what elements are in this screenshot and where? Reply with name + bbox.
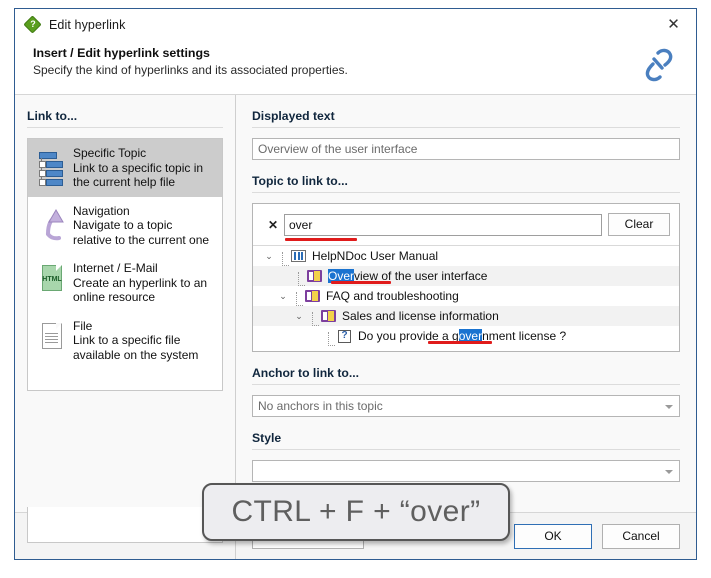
close-icon[interactable]: ✕ bbox=[651, 9, 696, 40]
question-topic-icon: ? bbox=[336, 328, 354, 344]
clear-search-button[interactable]: Clear bbox=[608, 213, 670, 236]
header-subtitle: Specify the kind of hyperlinks and its a… bbox=[33, 63, 348, 77]
title-bar: ? Edit hyperlink ✕ bbox=[15, 9, 696, 40]
annotation-underline-overview bbox=[331, 281, 391, 284]
dialog-header: Insert / Edit hyperlink settings Specify… bbox=[15, 40, 696, 95]
anchor-dropdown[interactable]: No anchors in this topic bbox=[252, 395, 680, 417]
topic-search-row: ✕ over Clear bbox=[262, 213, 670, 241]
chain-link-icon bbox=[632, 44, 678, 86]
tree-row[interactable]: ⌄ FAQ and troubleshooting bbox=[253, 286, 679, 306]
link-type-list[interactable]: Specific Topic Link to a specific topic … bbox=[27, 138, 223, 391]
displayed-text-block: Displayed text Overview of the user inte… bbox=[252, 109, 680, 160]
displayed-text-input[interactable]: Overview of the user interface bbox=[252, 138, 680, 160]
style-label: Style bbox=[252, 431, 680, 450]
tree-row-label: HelpNDoc User Manual bbox=[312, 249, 439, 263]
html-icon-label: HTML bbox=[42, 276, 62, 283]
link-type-description: Link to a specific topic in the current … bbox=[73, 160, 204, 190]
chevron-down-icon[interactable]: ⌄ bbox=[262, 246, 276, 266]
topic-book-icon bbox=[320, 308, 338, 324]
header-title: Insert / Edit hyperlink settings bbox=[33, 46, 210, 60]
link-type-description: Link to a specific file available on the… bbox=[73, 333, 199, 362]
link-type-specific-topic[interactable]: Specific Topic Link to a specific topic … bbox=[28, 139, 222, 197]
dialog-body: Link to... Specific Topic Link to a spec… bbox=[15, 95, 696, 512]
clear-search-icon[interactable]: ✕ bbox=[262, 218, 284, 232]
link-type-navigation[interactable]: Navigation Navigate to a topic relative … bbox=[28, 197, 222, 255]
link-type-description: Create an hyperlink to an online resourc… bbox=[73, 275, 208, 305]
tree-row-label: Sales and license information bbox=[342, 309, 499, 323]
tree-row[interactable]: ⌄ Sales and license information bbox=[253, 306, 679, 326]
helpndoc-green-diamond-icon: ? bbox=[23, 14, 42, 34]
project-root-icon bbox=[290, 248, 308, 264]
anchor-dropdown-value: No anchors in this topic bbox=[258, 399, 383, 413]
html-document-icon: HTML bbox=[35, 261, 69, 301]
edit-hyperlink-dialog: ? Edit hyperlink ✕ Insert / Edit hyperli… bbox=[14, 8, 697, 560]
tree-row[interactable]: ⌄ HelpNDoc User Manual bbox=[253, 246, 679, 266]
link-type-title: File bbox=[73, 318, 93, 333]
link-type-internet-email[interactable]: HTML Internet / E-Mail Create an hyperli… bbox=[28, 254, 222, 312]
topic-search-input[interactable]: over bbox=[284, 213, 602, 236]
link-to-group-label: Link to... bbox=[27, 109, 223, 128]
tree-row-label-post: nment license ? bbox=[482, 329, 567, 343]
topic-tree-icon bbox=[35, 146, 69, 186]
chevron-down-icon bbox=[665, 405, 673, 409]
topic-to-link-block: Topic to link to... ✕ over Clear ⌄ HelpN… bbox=[252, 174, 680, 352]
topic-tree[interactable]: ⌄ HelpNDoc User Manual Overview of the u… bbox=[253, 245, 679, 351]
link-type-description: Navigate to a topic relative to the curr… bbox=[73, 218, 210, 247]
topic-book-icon bbox=[306, 268, 324, 284]
file-document-icon bbox=[35, 319, 69, 359]
displayed-text-label: Displayed text bbox=[252, 109, 680, 128]
tree-row[interactable]: Overview of the user interface bbox=[253, 266, 679, 286]
link-type-file[interactable]: File Link to a specific file available o… bbox=[28, 312, 222, 370]
annotation-underline-government bbox=[428, 341, 492, 344]
tree-row-label: FAQ and troubleshooting bbox=[326, 289, 459, 303]
ok-button[interactable]: OK bbox=[514, 523, 592, 549]
cancel-button[interactable]: Cancel bbox=[602, 523, 680, 549]
shortcut-annotation-overlay: CTRL + F + “over” bbox=[202, 483, 510, 541]
chevron-down-icon[interactable]: ⌄ bbox=[292, 306, 306, 326]
chevron-down-icon[interactable]: ⌄ bbox=[276, 286, 290, 306]
topic-book-icon bbox=[304, 288, 322, 304]
link-type-title: Navigation bbox=[73, 203, 130, 218]
settings-panel: Displayed text Overview of the user inte… bbox=[236, 95, 696, 512]
style-dropdown[interactable] bbox=[252, 460, 680, 482]
link-to-panel: Link to... Specific Topic Link to a spec… bbox=[15, 95, 236, 512]
topic-picker: ✕ over Clear ⌄ HelpNDoc User Manual Over… bbox=[252, 203, 680, 352]
anchor-to-link-block: Anchor to link to... No anchors in this … bbox=[252, 366, 680, 417]
window-title: Edit hyperlink bbox=[49, 17, 126, 32]
topic-to-link-label: Topic to link to... bbox=[252, 174, 680, 193]
link-type-title: Specific Topic bbox=[73, 146, 147, 160]
link-type-title: Internet / E-Mail bbox=[73, 261, 158, 275]
navigation-arrow-icon bbox=[35, 204, 69, 244]
annotation-underline-search bbox=[285, 238, 357, 241]
anchor-to-link-label: Anchor to link to... bbox=[252, 366, 680, 385]
style-block: Style bbox=[252, 431, 680, 482]
tree-row[interactable]: ? Do you provide a government license ? bbox=[253, 326, 679, 346]
chevron-down-icon bbox=[665, 470, 673, 474]
